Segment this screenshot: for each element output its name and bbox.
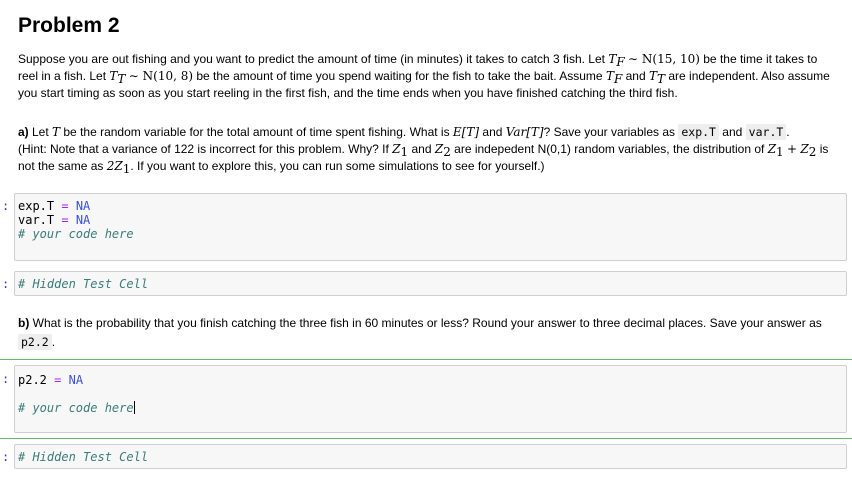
var-p2-2-code: p2.2 [18,334,52,350]
text-cursor [133,401,135,414]
part-b-line-1: b) What is the probability that you fini… [18,316,822,330]
part-a-line-2: (Hint: Note that a variance of 122 is in… [18,142,829,159]
part-a-line-1: a) Let T be the random variable for the … [18,124,790,140]
cell-prompt: : [2,450,10,464]
code-cell-part-a[interactable]: exp.T = NA var.T = NA # your code here [14,193,847,261]
part-b-description: b) What is the probability that you fini… [18,315,838,351]
intro-line-3: you start timing as soon as you start re… [18,86,678,100]
intro-line-1: Suppose you are out fishing and you want… [18,52,818,69]
cell-prompt: : [2,199,10,213]
cell-selection-border [0,359,852,360]
problem-description: Suppose you are out fishing and you want… [18,51,838,102]
var-var-t-code: var.T [745,124,787,140]
intro-line-2: reel in a fish. Let TT ∼ N(10, 8) be the… [18,69,830,86]
hidden-test-cell-b[interactable]: # Hidden Test Cell [14,444,847,469]
code-line: exp.T = NA [18,199,91,213]
code-cell-part-b[interactable]: p2.2 = NA # your code here [14,365,847,433]
code-comment: # your code here [18,227,134,241]
cell-prompt: : [2,277,10,291]
var-exp-t-code: exp.T [678,124,719,140]
cell-selection-border [0,438,852,439]
code-comment: # your code here [18,401,134,415]
code-line: p2.2 = NA [18,373,84,387]
hidden-test-cell-a[interactable]: # Hidden Test Cell [14,271,847,296]
part-b-line-2: p2.2. [18,334,838,351]
code-line: var.T = NA [18,213,91,227]
cell-prompt: : [2,372,10,386]
page-title: Problem 2 [18,14,120,37]
part-a-description: a) Let T be the random variable for the … [18,124,838,175]
part-a-line-3: not the same as 2Z1. If you want to expl… [18,159,545,176]
